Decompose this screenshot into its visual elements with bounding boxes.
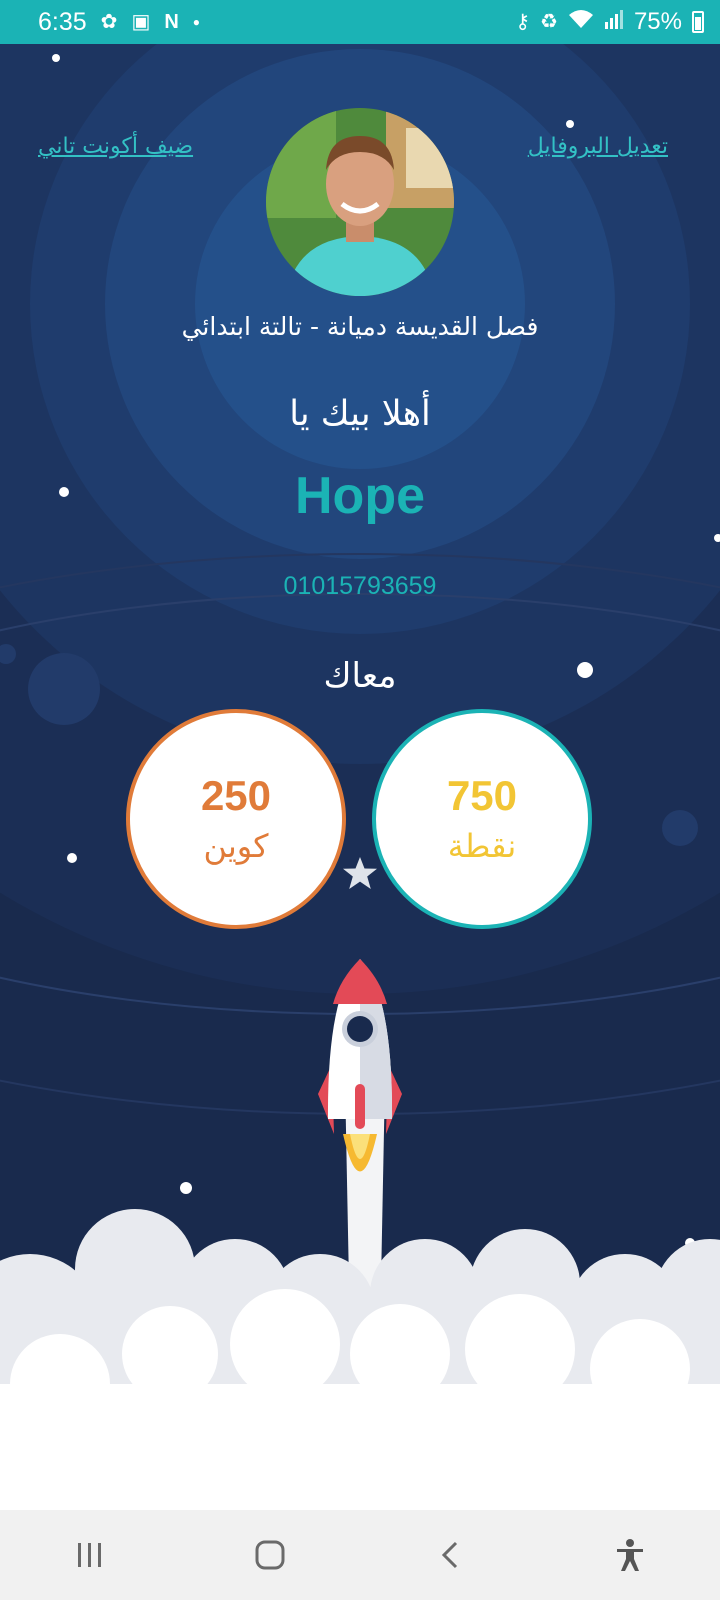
signal-icon [604,8,624,37]
stats-heading: معاك [323,656,397,696]
battery-icon [692,11,704,33]
accessibility-icon[interactable] [590,1525,670,1585]
n-icon: N [164,11,179,33]
system-nav-bar [0,1510,720,1600]
coins-value: 250 [200,771,272,819]
dot-icon: ● [192,15,201,29]
image-icon: ▣ [131,11,151,33]
edit-profile-link[interactable]: تعديل البروفايل [528,134,668,159]
class-label: فصل القديسة دميانة - تالتة ابتدائي [181,312,539,341]
profile-scene: تعديل البروفايل ضيف أكونت تاني فصل القدي… [0,44,720,1510]
coins-card[interactable]: 250 كوين [126,709,346,929]
status-bar: 6:35 ✿ ▣ N ● ⚷ ♻ 75% [0,0,720,44]
welcome-text: أهلا بيك يا [289,394,431,434]
recents-icon[interactable] [50,1525,130,1585]
back-icon[interactable] [410,1525,490,1585]
points-value: 750 [446,771,518,819]
status-time: 6:35 [38,7,87,36]
home-icon[interactable] [230,1525,310,1585]
points-label: نقطة [447,827,517,866]
avatar[interactable] [266,108,454,296]
battery-percent: 75% [633,8,682,35]
user-name: Hope [295,467,425,525]
phone-number: 01015793659 [283,572,437,600]
coins-label: كوين [203,827,269,866]
key-icon: ⚷ [515,11,531,33]
wifi-icon [568,8,594,37]
star-icon [342,856,378,894]
points-card[interactable]: 750 نقطة [372,709,592,929]
recycle-icon: ♻ [540,11,558,33]
flower-icon: ✿ [100,11,118,33]
add-account-link[interactable]: ضيف أكونت تاني [38,134,193,159]
